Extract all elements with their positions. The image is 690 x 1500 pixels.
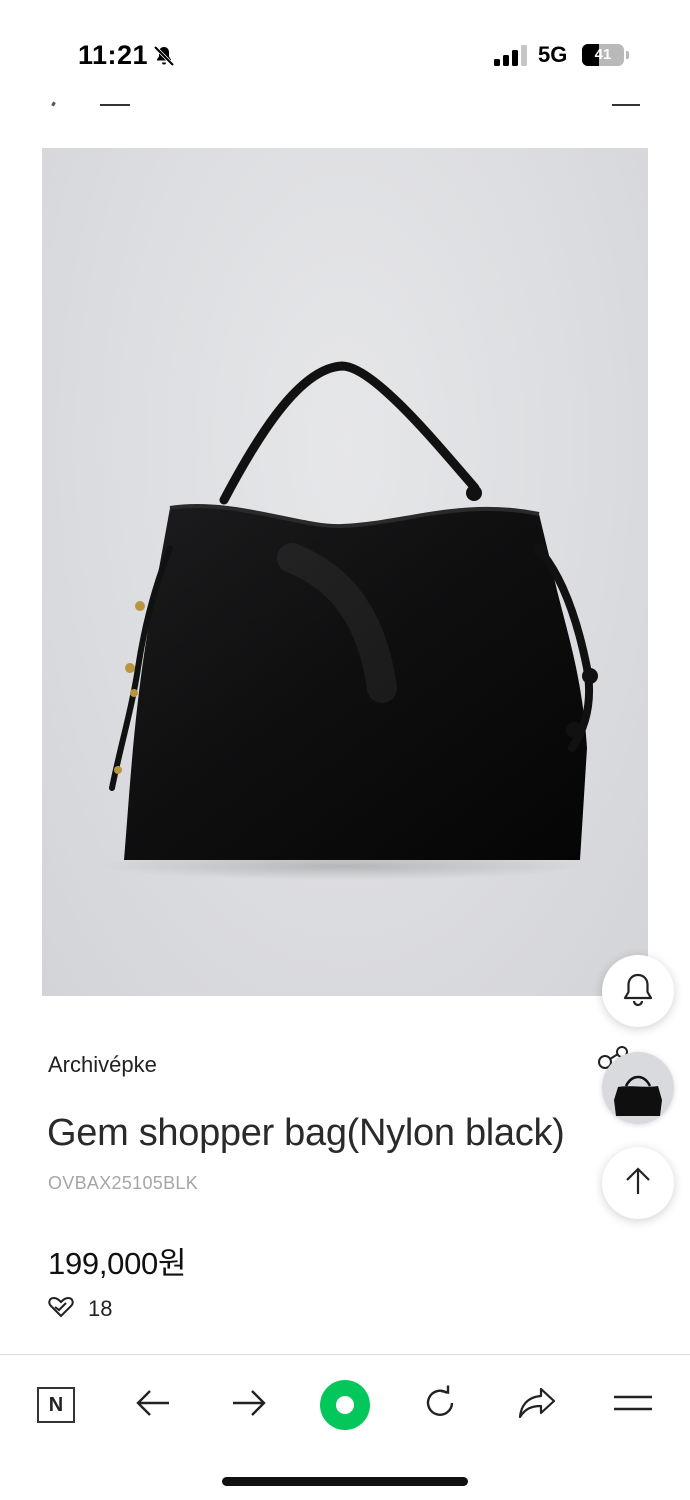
menu-button[interactable] — [605, 1377, 661, 1433]
like-count: 18 — [88, 1296, 113, 1321]
green-dot-icon — [320, 1380, 370, 1430]
green-dot-button[interactable] — [317, 1377, 373, 1433]
home-indicator[interactable] — [222, 1477, 468, 1486]
recent-product-button[interactable] — [598, 1044, 678, 1124]
bell-icon — [621, 971, 655, 1012]
status-bar: 11:21 5G 41 — [0, 0, 690, 100]
recent-product-thumbnail — [602, 1052, 674, 1124]
bag-illustration — [97, 361, 598, 880]
share-button[interactable] — [509, 1377, 565, 1433]
reload-icon — [421, 1384, 459, 1427]
back-arrow-icon — [135, 1388, 171, 1423]
share-icon — [517, 1386, 557, 1425]
status-time: 11:21 — [78, 40, 149, 70]
restock-alarm-button[interactable] — [602, 955, 674, 1027]
header-logo-line — [100, 104, 130, 106]
arrow-up-icon — [623, 1165, 653, 1202]
battery-percent: 41 — [594, 46, 612, 63]
green-dot-center — [336, 1396, 354, 1414]
battery-icon: 41 — [582, 44, 624, 66]
heart-icon — [48, 1296, 74, 1323]
header-menu-icon[interactable] — [612, 104, 640, 106]
product-title: Gem shopper bag(Nylon black) — [47, 1112, 565, 1154]
menu-icon — [613, 1392, 653, 1419]
scroll-to-top-button[interactable] — [602, 1147, 674, 1219]
silent-mode-icon — [152, 44, 176, 73]
product-image[interactable] — [42, 148, 648, 996]
product-price: 199,000원 — [48, 1246, 187, 1281]
like-button[interactable]: 18 — [48, 1296, 112, 1322]
product-code: OVBAX25105BLK — [48, 1173, 199, 1193]
brand-name[interactable]: Archivépke — [48, 1052, 157, 1078]
network-type: 5G — [538, 42, 568, 67]
back-button[interactable] — [125, 1377, 181, 1433]
naver-n-icon: N — [37, 1387, 75, 1423]
reload-button[interactable] — [412, 1377, 468, 1433]
cellular-signal-icon — [494, 44, 528, 71]
forward-arrow-icon — [231, 1388, 267, 1423]
forward-button[interactable] — [221, 1377, 277, 1433]
battery-nub — [626, 51, 629, 59]
header-back-icon[interactable] — [51, 101, 56, 107]
naver-home-button[interactable]: N — [28, 1377, 84, 1433]
